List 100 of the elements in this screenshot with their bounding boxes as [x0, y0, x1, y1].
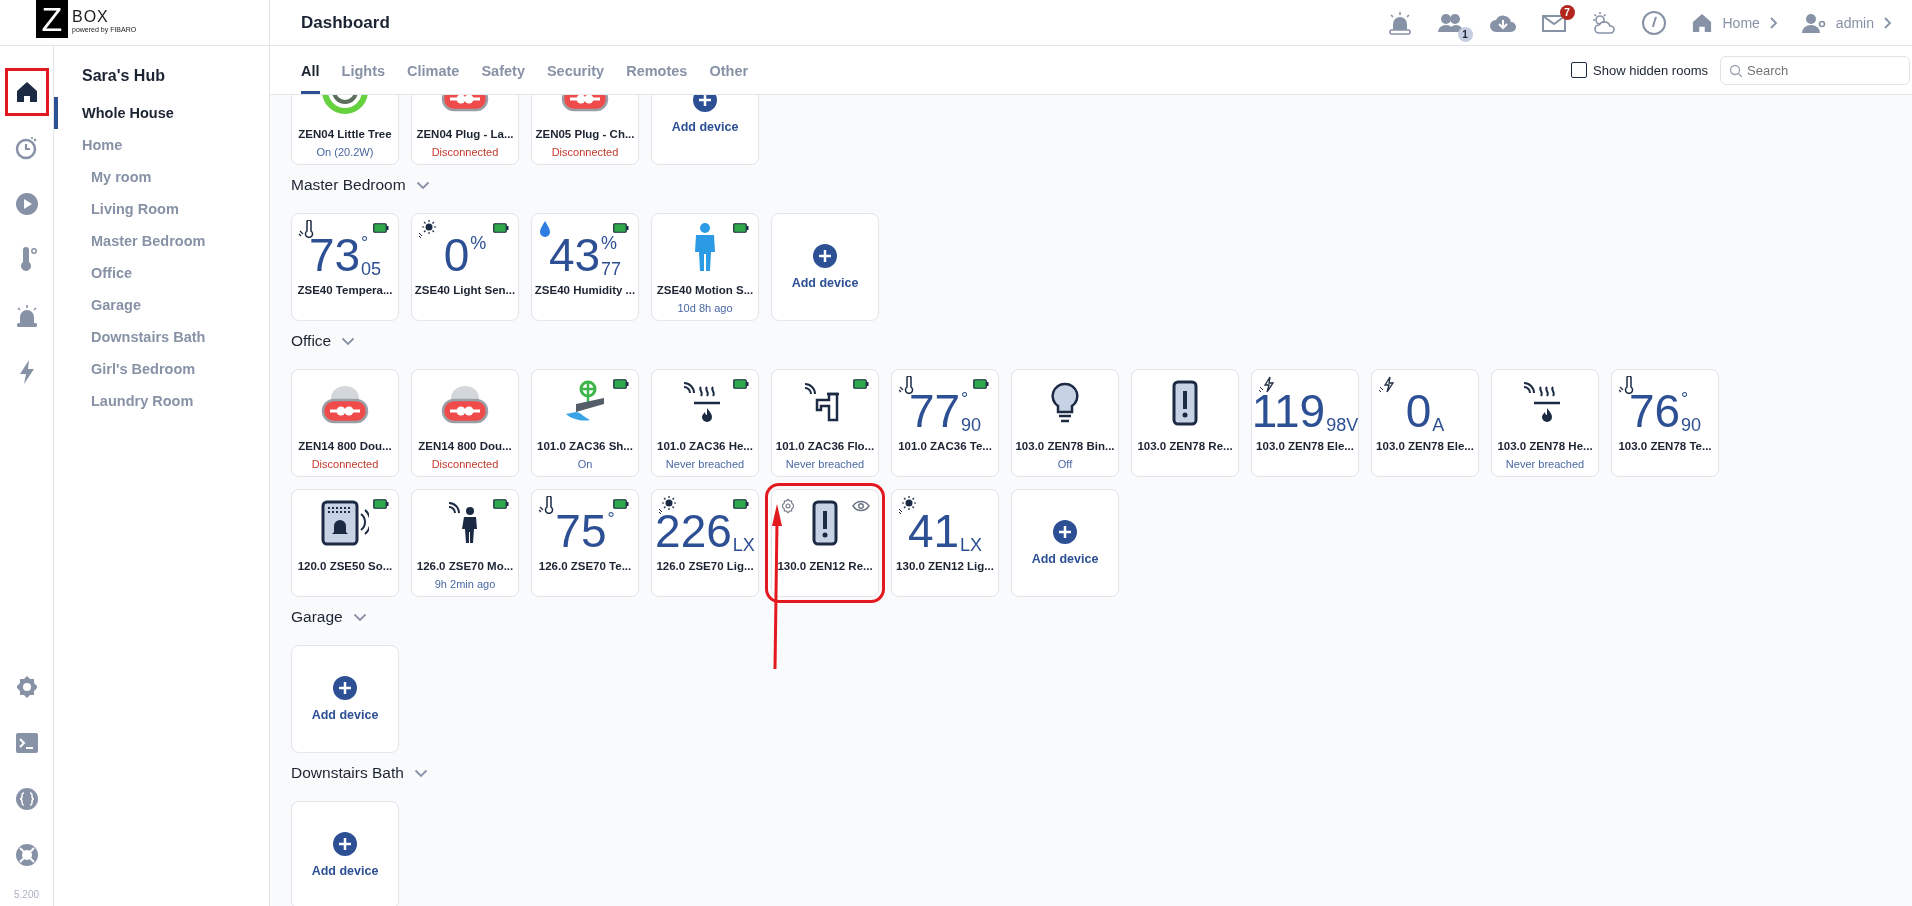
device-card[interactable]: 101.0 ZAC36 Flo... Never breached [771, 369, 879, 477]
device-name: ZEN14 800 Dou... [418, 440, 512, 452]
device-card[interactable]: ZEN04 Plug - La... Disconnected [411, 95, 519, 165]
device-status: Off [1057, 458, 1073, 470]
weather-icon [1590, 10, 1617, 35]
bolt-icon [1378, 376, 1396, 394]
device-name: 103.0 ZEN78 Re... [1137, 440, 1233, 452]
search-field[interactable]: Search [1720, 55, 1910, 85]
device-card[interactable]: 0% ZSE40 Light Sen... [411, 213, 519, 321]
add-device-button[interactable]: Add device [771, 213, 879, 321]
rail-nav-button[interactable] [4, 68, 49, 116]
add-device-button[interactable]: Add device [291, 645, 399, 753]
battery-icon [373, 223, 389, 233]
device-name: 120.0 ZSE50 So... [297, 560, 393, 572]
device-name: 103.0 ZEN78 Te... [1618, 440, 1712, 452]
device-name: 101.0 ZAC36 Sh... [537, 440, 633, 452]
device-name: 130.0 ZEN12 Lig... [896, 560, 994, 572]
header-icon-button[interactable] [1640, 9, 1667, 36]
battery-icon [613, 499, 629, 509]
header-icon-button[interactable] [1386, 10, 1413, 35]
battery-icon [613, 223, 629, 233]
user-settings-icon [1801, 12, 1826, 33]
room-section-header[interactable]: Master Bedroom [291, 173, 430, 197]
device-card[interactable]: 75° 126.0 ZSE70 Te... [531, 489, 639, 597]
add-device-button[interactable]: Add device [1011, 489, 1119, 597]
device-card[interactable]: ZSE40 Motion S... 10d 8h ago [651, 213, 759, 321]
device-card[interactable]: ZEN14 800 Dou... Disconnected [411, 369, 519, 477]
room-section-header[interactable]: Downstairs Bath [291, 761, 428, 785]
version-label: 5.200 [14, 888, 39, 902]
device-card[interactable]: 103.0 ZEN78 He... Never breached [1491, 369, 1599, 477]
add-device-button[interactable]: Add device [291, 801, 399, 906]
count-badge: 1 [1457, 26, 1473, 42]
reading-decimal: 98 [1326, 416, 1347, 434]
device-status: Disconnected [431, 146, 499, 158]
device-card[interactable]: 0A 103.0 ZEN78 Ele... [1371, 369, 1479, 477]
show-hidden-rooms-checkbox[interactable]: Show hidden rooms [1571, 62, 1708, 78]
sun-icon [898, 496, 916, 514]
eye-icon[interactable] [852, 500, 870, 512]
reading-value: 41 [907, 508, 960, 554]
header-icon-button[interactable] [1590, 10, 1617, 35]
plus-icon [1053, 520, 1077, 544]
battery-icon [733, 223, 749, 233]
home-icon [14, 81, 39, 103]
search-icon [1729, 63, 1743, 78]
reading-unit: ° [607, 509, 615, 529]
relay-icon [812, 500, 838, 546]
chevron-down-icon [352, 612, 367, 622]
reading-unit: ° [961, 389, 969, 409]
device-status: On (20.2W) [316, 146, 374, 158]
device-card[interactable]: 103.0 ZEN78 Re... [1131, 369, 1239, 477]
device-card[interactable]: 126.0 ZSE70 Mo... 9h 2min ago [411, 489, 519, 597]
device-name: ZEN05 Plug - Ch... [535, 128, 635, 140]
add-device-button[interactable]: Add device [651, 95, 759, 165]
reading-value: 73 [308, 232, 361, 278]
device-card[interactable]: ZEN05 Plug - Ch... Disconnected [531, 95, 639, 165]
chevron-down-icon [413, 768, 428, 778]
settings-icon[interactable] [780, 498, 796, 514]
battery-icon [853, 379, 869, 389]
count-badge: 7 [1559, 4, 1575, 20]
device-card[interactable]: 101.0 ZAC36 Sh... On [531, 369, 639, 477]
thermometer-icon [538, 496, 554, 514]
room-section-header[interactable]: Office [291, 329, 356, 353]
thermometer-icon [1618, 376, 1634, 394]
device-name: ZSE40 Motion S... [656, 284, 754, 296]
device-status: 9h 2min ago [434, 578, 496, 590]
alarm-light-icon [1386, 10, 1413, 35]
sidebar-item[interactable]: Whole House [54, 97, 174, 129]
battery-icon [493, 499, 509, 509]
device-status: Never breached [665, 458, 745, 470]
device-status: Disconnected [311, 458, 379, 470]
device-name: 103.0 ZEN78 Ele... [1376, 440, 1474, 452]
device-status: Disconnected [431, 458, 499, 470]
device-card[interactable]: 119 98V 103.0 ZEN78 Ele... [1251, 369, 1359, 477]
reading-unit: LX [732, 536, 755, 554]
sun-icon [418, 220, 436, 238]
hub-name: Sara's Hub [81, 67, 166, 85]
device-name: 126.0 ZSE70 Te... [538, 560, 632, 572]
lifebuoy-icon [14, 843, 39, 867]
battery-icon [373, 499, 389, 509]
terminal-icon [14, 732, 39, 754]
reading-value: 76 [1628, 388, 1681, 434]
device-card[interactable]: 120.0 ZSE50 So... [291, 489, 399, 597]
sun-icon [658, 496, 676, 514]
reading-value: 0 [1405, 388, 1432, 434]
bolt-icon [1258, 376, 1276, 394]
device-card[interactable]: 101.0 ZAC36 He... Never breached [651, 369, 759, 477]
reading-value: 226 [655, 508, 732, 554]
reading-value: 75 [555, 508, 607, 554]
device-card[interactable]: ZEN04 Little Tree On (20.2W) [291, 95, 399, 165]
room-section-header[interactable]: Garage [291, 605, 367, 629]
play-icon [14, 192, 39, 216]
reading-unit: A [1432, 416, 1445, 434]
device-card[interactable]: 41 LX 130.0 ZEN12 Lig... [891, 489, 999, 597]
device-card[interactable]: ZEN14 800 Dou... Disconnected [291, 369, 399, 477]
device-status: 10d 8h ago [677, 302, 733, 314]
reading-unit: ° [361, 233, 369, 253]
device-card[interactable]: 103.0 ZEN78 Bin... Off [1011, 369, 1119, 477]
device-name: 126.0 ZSE70 Lig... [656, 560, 754, 572]
device-card[interactable]: 226 LX 126.0 ZSE70 Lig... [651, 489, 759, 597]
device-name: 103.0 ZEN78 He... [1497, 440, 1593, 452]
